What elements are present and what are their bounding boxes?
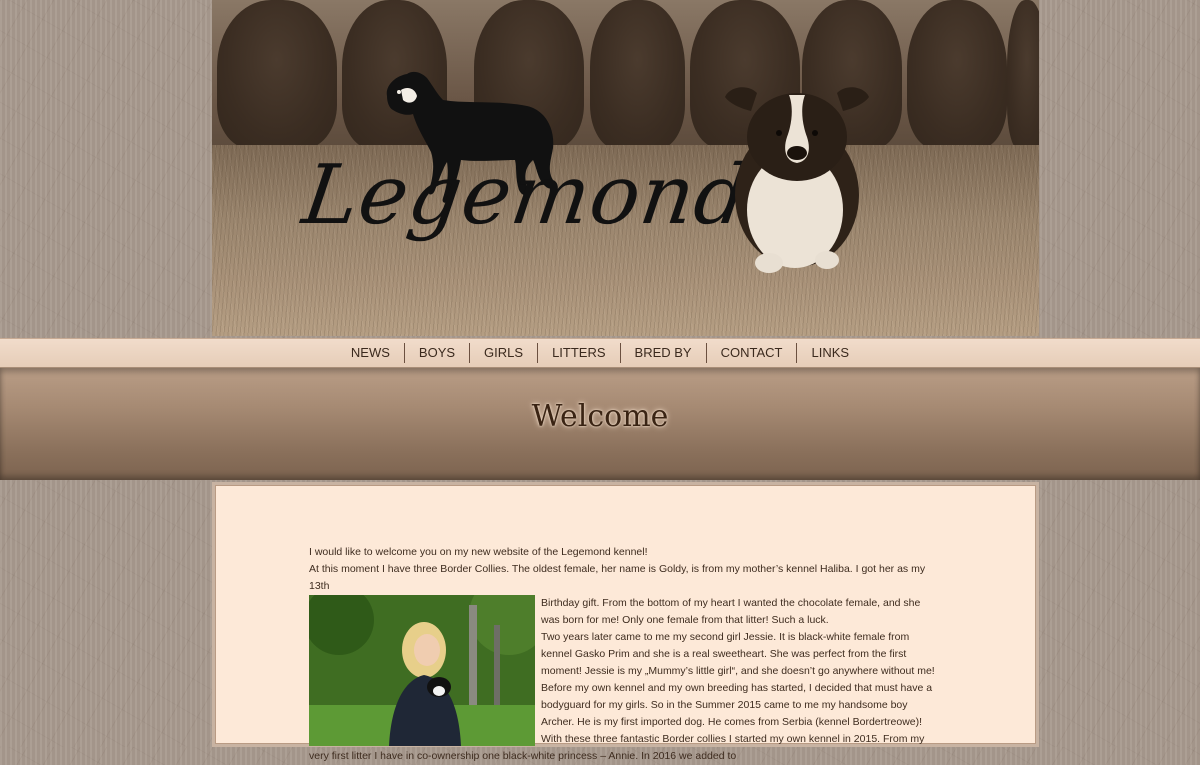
article-body: I would like to welcome you on my new we… <box>309 544 939 765</box>
nav-item-bred-by[interactable]: BRED BY <box>619 343 706 363</box>
background-tree <box>907 0 1007 150</box>
nav-item-contact[interactable]: CONTACT <box>705 343 797 363</box>
background-tree <box>1007 0 1039 150</box>
content-inner: I would like to welcome you on my new we… <box>215 485 1036 762</box>
nav-item-links[interactable]: LINKS <box>796 343 863 363</box>
owner-photo <box>309 595 535 746</box>
nav-item-boys[interactable]: BOYS <box>403 343 469 363</box>
title-band: Welcome <box>0 368 1200 480</box>
nav-item-litters[interactable]: LITTERS <box>537 343 619 363</box>
intro-line: I would like to welcome you on my new we… <box>309 546 648 558</box>
page-title: Welcome <box>531 399 669 435</box>
background-tree <box>217 0 337 150</box>
header-banner: Legemond <box>212 0 1039 336</box>
main-nav: NEWS BOYS GIRLS LITTERS BRED BY CONTACT … <box>0 338 1200 369</box>
owner-photo-image <box>309 595 535 746</box>
logo-text: Legemond <box>297 148 756 243</box>
puppy-photo <box>725 87 869 273</box>
intro-line: At this moment I have three Border Colli… <box>309 563 926 592</box>
nav-item-news[interactable]: NEWS <box>337 343 404 363</box>
nav-item-girls[interactable]: GIRLS <box>469 343 537 363</box>
background-tree <box>590 0 685 150</box>
content-panel: I would like to welcome you on my new we… <box>212 482 1039 762</box>
